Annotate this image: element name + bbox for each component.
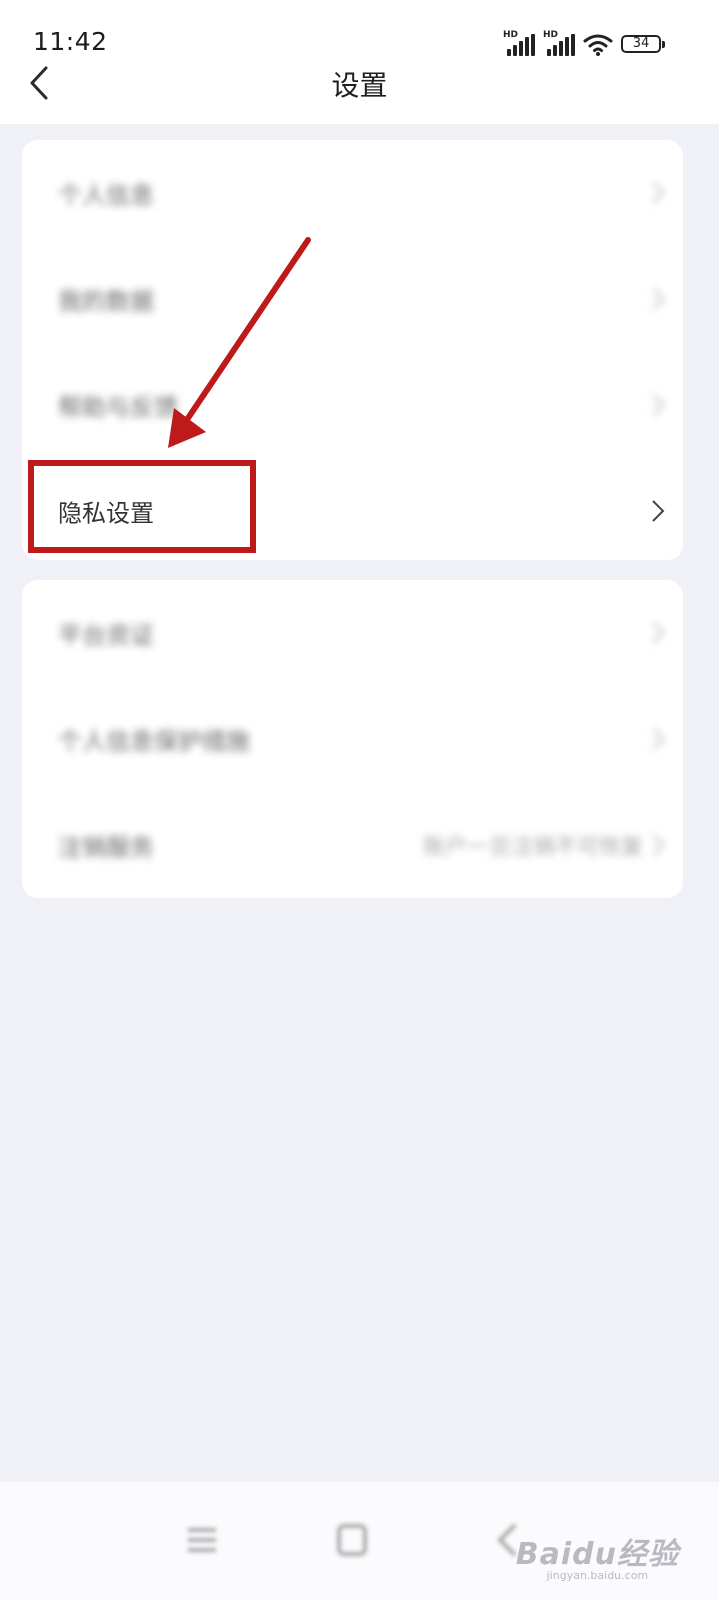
settings-item-label: 注销服务 xyxy=(58,833,154,862)
settings-item-label: 帮助与反馈 xyxy=(58,393,178,422)
settings-item-label: 我的数据 xyxy=(58,287,154,316)
battery-level: 34 xyxy=(632,36,650,51)
system-nav-bar: Baidu经验 jingyan.baidu.com xyxy=(0,1482,719,1600)
hd-signal-icon: HD xyxy=(503,30,535,56)
chevron-right-icon xyxy=(652,182,665,204)
settings-group-2: 平台资证 个人信息保护措施 注销服务 账户一旦注销不可恢复 xyxy=(22,580,683,898)
battery-icon: 34 xyxy=(621,35,665,53)
home-square-icon xyxy=(337,1524,367,1556)
status-time: 11:42 xyxy=(33,27,108,56)
status-icons: HD HD 34 xyxy=(503,30,665,56)
chevron-right-icon xyxy=(652,834,665,856)
settings-item-label: 平台资证 xyxy=(58,621,154,650)
page-title: 设置 xyxy=(331,69,388,102)
settings-item-platform-license[interactable]: 平台资证 xyxy=(22,580,683,686)
annotation-highlight-box xyxy=(28,460,256,553)
chevron-right-icon xyxy=(652,622,665,644)
menu-button[interactable] xyxy=(182,1522,222,1558)
menu-icon xyxy=(188,1528,216,1552)
home-button[interactable] xyxy=(332,1522,372,1558)
hd-signal-icon: HD xyxy=(543,30,575,56)
wifi-icon xyxy=(583,34,613,56)
settings-item-label: 个人信息保护措施 xyxy=(58,727,250,756)
settings-item-label: 个人信息 xyxy=(58,181,154,210)
chevron-right-icon xyxy=(652,288,665,310)
top-bar: 11:42 HD HD 34 设置 xyxy=(0,0,719,124)
watermark-logo: Baidu经验 xyxy=(515,1537,679,1572)
settings-item-help-feedback[interactable]: 帮助与反馈 xyxy=(22,352,683,458)
settings-item-my-data[interactable]: 我的数据 xyxy=(22,246,683,352)
settings-item-account-deletion[interactable]: 注销服务 账户一旦注销不可恢复 xyxy=(22,792,683,898)
settings-item-info-protection[interactable]: 个人信息保护措施 xyxy=(22,686,683,792)
settings-item-personal-info[interactable]: 个人信息 xyxy=(22,140,683,246)
baidu-watermark: Baidu经验 jingyan.baidu.com xyxy=(516,1529,679,1582)
chevron-right-icon xyxy=(652,728,665,750)
chevron-right-icon xyxy=(652,500,665,522)
chevron-right-icon xyxy=(652,394,665,416)
settings-item-value: 账户一旦注销不可恢复 xyxy=(422,835,643,860)
